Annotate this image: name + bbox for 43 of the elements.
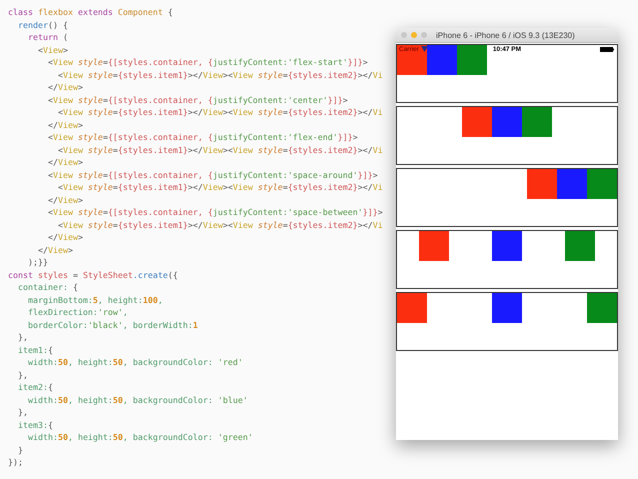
window-title: iPhone 6 - iPhone 6 / iOS 9.3 (13E230) — [436, 30, 575, 40]
code-line: <View style={styles.item1}></View><View style={styles.item2}></Vi — [56, 181, 384, 194]
code-line: <View style={styles.item1}></View><View style={styles.item2}></Vi — [56, 218, 384, 231]
code-line: <View style={styles.item1}></View><View style={styles.item2}></Vi — [56, 68, 384, 81]
code-line: <View style={styles.item1}></View><View style={styles.item2}></Vi — [56, 144, 384, 156]
code-line: }, — [16, 368, 29, 381]
code-line: borderColor:'black', borderWidth:1 — [26, 318, 199, 331]
battery-icon — [600, 46, 614, 52]
code-line: <View style={[styles.container, {justifyContent:'center'}]}> — [46, 94, 349, 106]
code-line: const styles = StyleSheet.create({ — [8, 268, 179, 281]
code-line: );}} — [26, 256, 49, 268]
code-line: </View> — [46, 231, 84, 244]
code-line: </View> — [46, 118, 84, 131]
code-line: </View> — [46, 81, 84, 94]
minimize-icon[interactable] — [411, 32, 417, 38]
code-line: <View style={[styles.container, {justifyContent:'flex-end'}]}> — [46, 131, 359, 144]
code-line: <View style={[styles.container, {justifyContent:'flex-start'}]}> — [46, 56, 369, 68]
code-line: }); — [8, 456, 24, 468]
code-line: width:50, height:50, backgroundColor: 'red' — [26, 356, 244, 368]
code-line: width:50, height:50, backgroundColor: 'blue' — [26, 394, 249, 406]
code-line: </View> — [46, 156, 84, 168]
code-line: } — [16, 444, 24, 456]
code-line: <View style={styles.item1}></View><View style={styles.item2}></Vi — [56, 106, 384, 118]
code-line: }, — [16, 331, 29, 344]
code-line: class flexbox extends Component { — [8, 6, 174, 18]
code-line: return ( — [26, 31, 69, 44]
code-line: item2:{ — [16, 381, 54, 394]
code-line: <View style={[styles.container, {justifyContent:'space-between'}]}> — [46, 206, 384, 218]
code-line: render() { — [16, 18, 69, 31]
code-line: </View> — [46, 194, 84, 206]
code-line: marginBottom:5, height:100, — [26, 294, 164, 306]
wifi-icon — [420, 46, 428, 52]
code-line: container: { — [16, 281, 79, 294]
code-line: }, — [16, 406, 29, 418]
code-line: <View> — [36, 44, 69, 56]
code-line: item3:{ — [16, 418, 54, 431]
zoom-icon[interactable] — [421, 32, 427, 38]
code-line: item1:{ — [16, 344, 54, 356]
close-icon[interactable] — [401, 32, 407, 38]
code-line: width:50, height:50, backgroundColor: 'green' — [26, 431, 254, 444]
code-line: </View> — [36, 244, 74, 256]
code-line: <View style={[styles.container, {justifyContent:'space-around'}]}> — [46, 168, 379, 181]
code-line: flexDirection:'row', — [26, 306, 129, 318]
